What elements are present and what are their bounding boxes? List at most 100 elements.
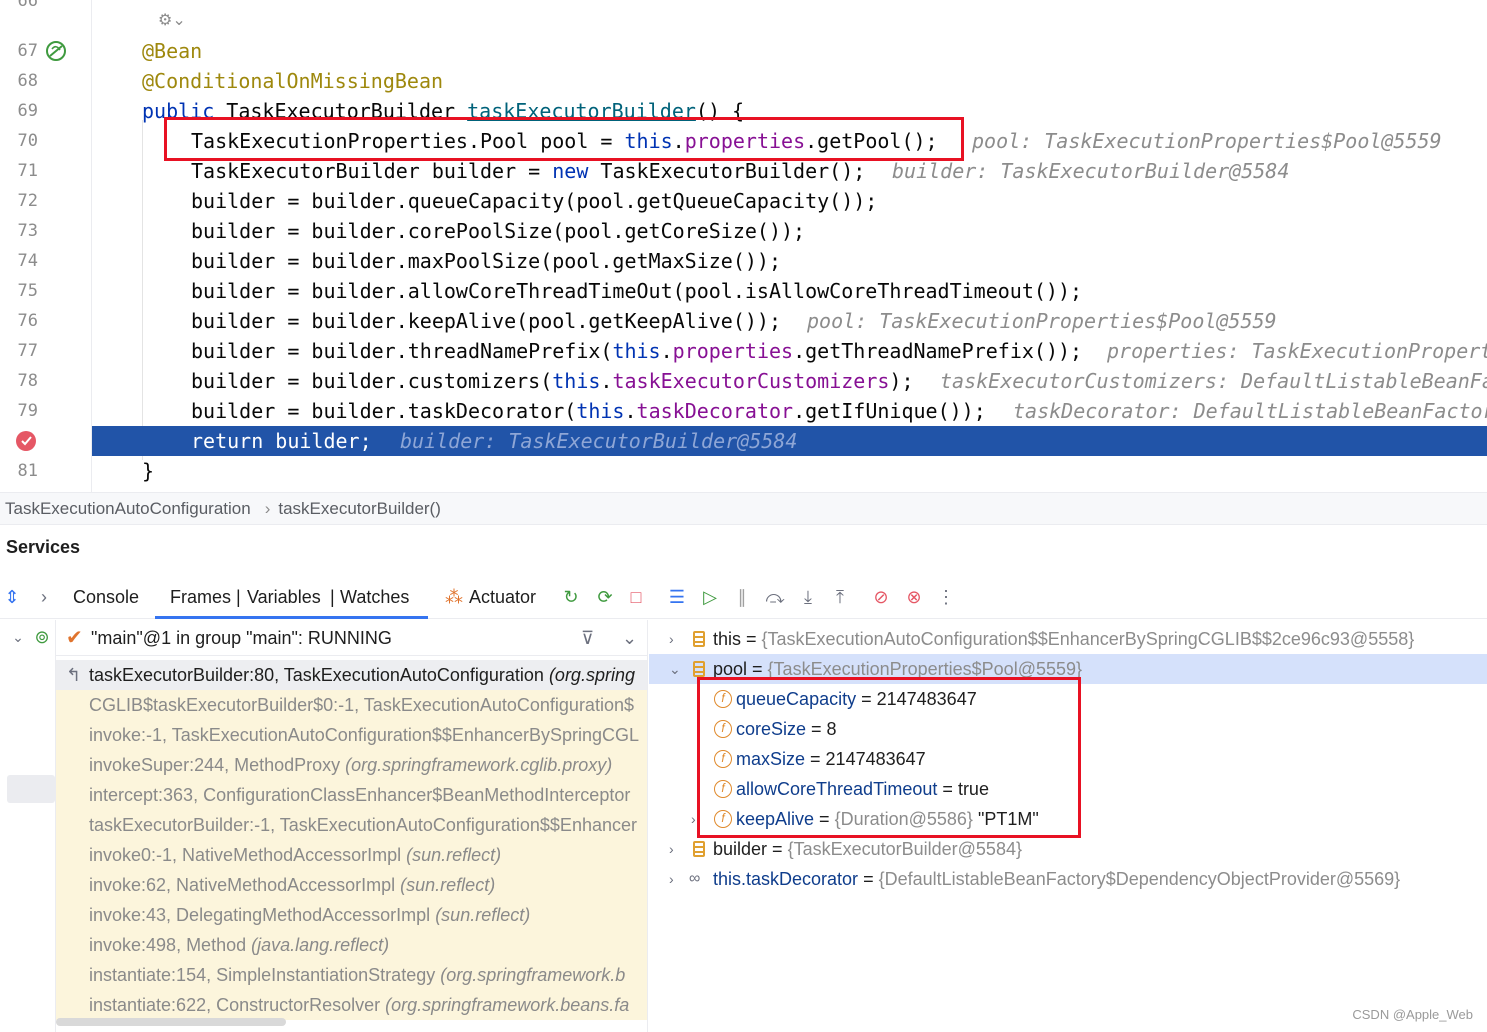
- inline-debug-value: taskExecutorCustomizers: DefaultListable…: [940, 369, 1487, 393]
- chevron-down-icon[interactable]: ⌄: [669, 654, 681, 684]
- chevron-right-icon[interactable]: ›: [669, 624, 674, 654]
- variable-type: {DefaultListableBeanFactory$DependencyOb…: [878, 869, 1401, 889]
- frame-row[interactable]: taskExecutorBuilder:-1, TaskExecutionAut…: [56, 810, 647, 840]
- frame-method: invoke:498, Method: [89, 935, 252, 955]
- frame-row[interactable]: invoke0:-1, NativeMethodAccessorImpl (su…: [56, 840, 647, 870]
- line-number: 74: [17, 251, 38, 271]
- line-number: 69: [17, 101, 38, 121]
- chevron-right-icon[interactable]: ›: [32, 585, 56, 609]
- thread-selector[interactable]: ✔ "main"@1 in group "main": RUNNING ⊽ ⌄: [56, 620, 647, 656]
- frame-package: (org.springframework.b: [440, 965, 626, 985]
- tab-console[interactable]: Console: [73, 575, 139, 619]
- chevron-down-icon[interactable]: ⌄: [6, 626, 30, 650]
- frame-row[interactable]: invoke:-1, TaskExecutionAutoConfiguratio…: [56, 720, 647, 750]
- horizontal-scrollbar[interactable]: [56, 1018, 286, 1026]
- line-number: 79: [17, 401, 38, 421]
- variable-row-this[interactable]: › this = {TaskExecutionAutoConfiguration…: [649, 624, 1487, 654]
- frame-method: invoke0:-1, NativeMethodAccessorImpl: [89, 845, 407, 865]
- breakpoint-icon[interactable]: [14, 428, 40, 454]
- code-text: }: [142, 459, 155, 483]
- watch-glasses-icon: ∞: [689, 870, 701, 887]
- check-icon: ✔: [66, 627, 83, 649]
- resume-icon[interactable]: ▷: [698, 585, 722, 609]
- code-editor[interactable]: 66 67 68 69 70 71 72 73 74 75 76 77 78 7…: [0, 0, 1487, 492]
- code-line-75: builder = builder.allowCoreThreadTimeOut…: [92, 276, 1487, 306]
- inline-debug-value: properties: TaskExecutionPropert: [1107, 339, 1487, 363]
- keyword: this: [612, 339, 661, 363]
- tab-watches[interactable]: Watches: [340, 575, 409, 619]
- frame-row[interactable]: instantiate:622, ConstructorResolver (or…: [56, 990, 647, 1020]
- rerun-debug-icon[interactable]: ⟳: [593, 585, 617, 609]
- chevron-right-icon[interactable]: ›: [691, 804, 696, 834]
- chevron-right-icon[interactable]: ›: [669, 834, 674, 864]
- variable-row-task-decorator[interactable]: › ∞ this.taskDecorator = {DefaultListabl…: [649, 864, 1487, 894]
- code-line-80-current: return builder; builder: TaskExecutorBui…: [92, 426, 1487, 456]
- code-text: .: [624, 399, 637, 423]
- frame-package: (sun.reflect): [435, 905, 531, 925]
- breadcrumb-method[interactable]: taskExecutorBuilder(): [278, 499, 441, 518]
- keyword: new: [552, 159, 589, 183]
- frame-row[interactable]: CGLIB$taskExecutorBuilder$0:-1, TaskExec…: [56, 690, 647, 720]
- frame-row[interactable]: invoke:43, DelegatingMethodAccessorImpl …: [56, 900, 647, 930]
- object-icon: [693, 841, 705, 857]
- frame-row[interactable]: instantiate:154, SimpleInstantiationStra…: [56, 960, 647, 990]
- frame-row[interactable]: invokeSuper:244, MethodProxy (org.spring…: [56, 750, 647, 780]
- code-text: .getIfUnique());: [793, 399, 986, 423]
- rerun-icon[interactable]: ↻: [559, 585, 583, 609]
- equals-sign: =: [747, 659, 768, 679]
- more-options-icon[interactable]: ⋮: [934, 585, 958, 609]
- equals-sign: =: [767, 839, 788, 859]
- step-over-icon[interactable]: ⤼: [763, 585, 787, 609]
- pause-icon[interactable]: ∥: [730, 585, 754, 609]
- code-line-68: @ConditionalOnMissingBean: [92, 66, 1487, 96]
- inlay-settings-icon[interactable]: ⚙⌄: [158, 10, 186, 29]
- watermark: CSDN @Apple_Web: [1352, 1007, 1473, 1022]
- line-number: 78: [17, 371, 38, 391]
- expand-collapse-icon[interactable]: ⇕: [0, 585, 24, 609]
- chevron-down-icon[interactable]: ⌄: [622, 620, 637, 656]
- breadcrumb-class[interactable]: TaskExecutionAutoConfiguration: [5, 499, 251, 518]
- frame-package: (org.springframework.cglib.proxy): [345, 755, 613, 775]
- code-text: builder = builder.keepAlive(pool.getKeep…: [191, 309, 782, 333]
- code-text: builder = builder.allowCoreThreadTimeOut…: [191, 279, 1083, 303]
- tab-divider: |: [236, 587, 241, 607]
- tab-actuator[interactable]: Actuator: [469, 575, 536, 619]
- line-number: 66: [17, 0, 38, 11]
- code-line-72: builder = builder.queueCapacity(pool.get…: [92, 186, 1487, 216]
- highlight-box-variables: [697, 677, 1081, 838]
- frame-method: taskExecutorBuilder:80, TaskExecutionAut…: [89, 665, 549, 685]
- step-into-icon[interactable]: ⤓: [796, 585, 820, 609]
- panel-title: Services: [6, 537, 81, 557]
- mute-breakpoints-icon[interactable]: ⊗: [902, 585, 926, 609]
- variable-row-builder[interactable]: › builder = {TaskExecutorBuilder@5584}: [649, 834, 1487, 864]
- tree-selection[interactable]: [7, 775, 55, 803]
- chevron-right-icon[interactable]: ›: [669, 864, 674, 894]
- tab-variables[interactable]: Variables: [247, 575, 321, 619]
- code-line-78: builder = builder.customizers(this.taskE…: [92, 366, 1487, 396]
- equals-sign: =: [741, 629, 762, 649]
- filter-icon[interactable]: ⊽: [581, 620, 594, 656]
- frame-row[interactable]: intercept:363, ConfigurationClassEnhance…: [56, 780, 647, 810]
- frame-row[interactable]: invoke:498, Method (java.lang.reflect): [56, 930, 647, 960]
- bean-gutter-icon[interactable]: [45, 40, 67, 62]
- line-number: 81: [17, 461, 38, 481]
- frame-package: (sun.reflect): [406, 845, 502, 865]
- show-execution-point-icon[interactable]: ☰: [665, 585, 689, 609]
- code-text: TaskExecutorBuilder();: [588, 159, 866, 183]
- frame-row[interactable]: invoke:62, NativeMethodAccessorImpl (sun…: [56, 870, 647, 900]
- field-name: taskDecorator: [636, 399, 794, 423]
- frame-row[interactable]: ↰ taskExecutorBuilder:80, TaskExecutionA…: [56, 660, 647, 690]
- frame-method: CGLIB$taskExecutorBuilder$0:-1, TaskExec…: [89, 695, 634, 715]
- view-breakpoints-icon[interactable]: ⊘: [869, 585, 893, 609]
- equals-sign: =: [858, 869, 879, 889]
- keyword: this: [552, 369, 601, 393]
- code-text: );: [889, 369, 914, 393]
- stop-icon[interactable]: □: [624, 585, 648, 609]
- code-line-79: builder = builder.taskDecorator(this.tas…: [92, 396, 1487, 426]
- object-icon: [693, 631, 705, 647]
- code-text: builder = builder.taskDecorator(: [191, 399, 577, 423]
- step-out-icon[interactable]: ⤒: [828, 585, 852, 609]
- tab-frames[interactable]: Frames: [170, 575, 231, 619]
- debug-session-icon[interactable]: ⊚: [30, 626, 54, 650]
- highlight-box-code: [164, 117, 964, 161]
